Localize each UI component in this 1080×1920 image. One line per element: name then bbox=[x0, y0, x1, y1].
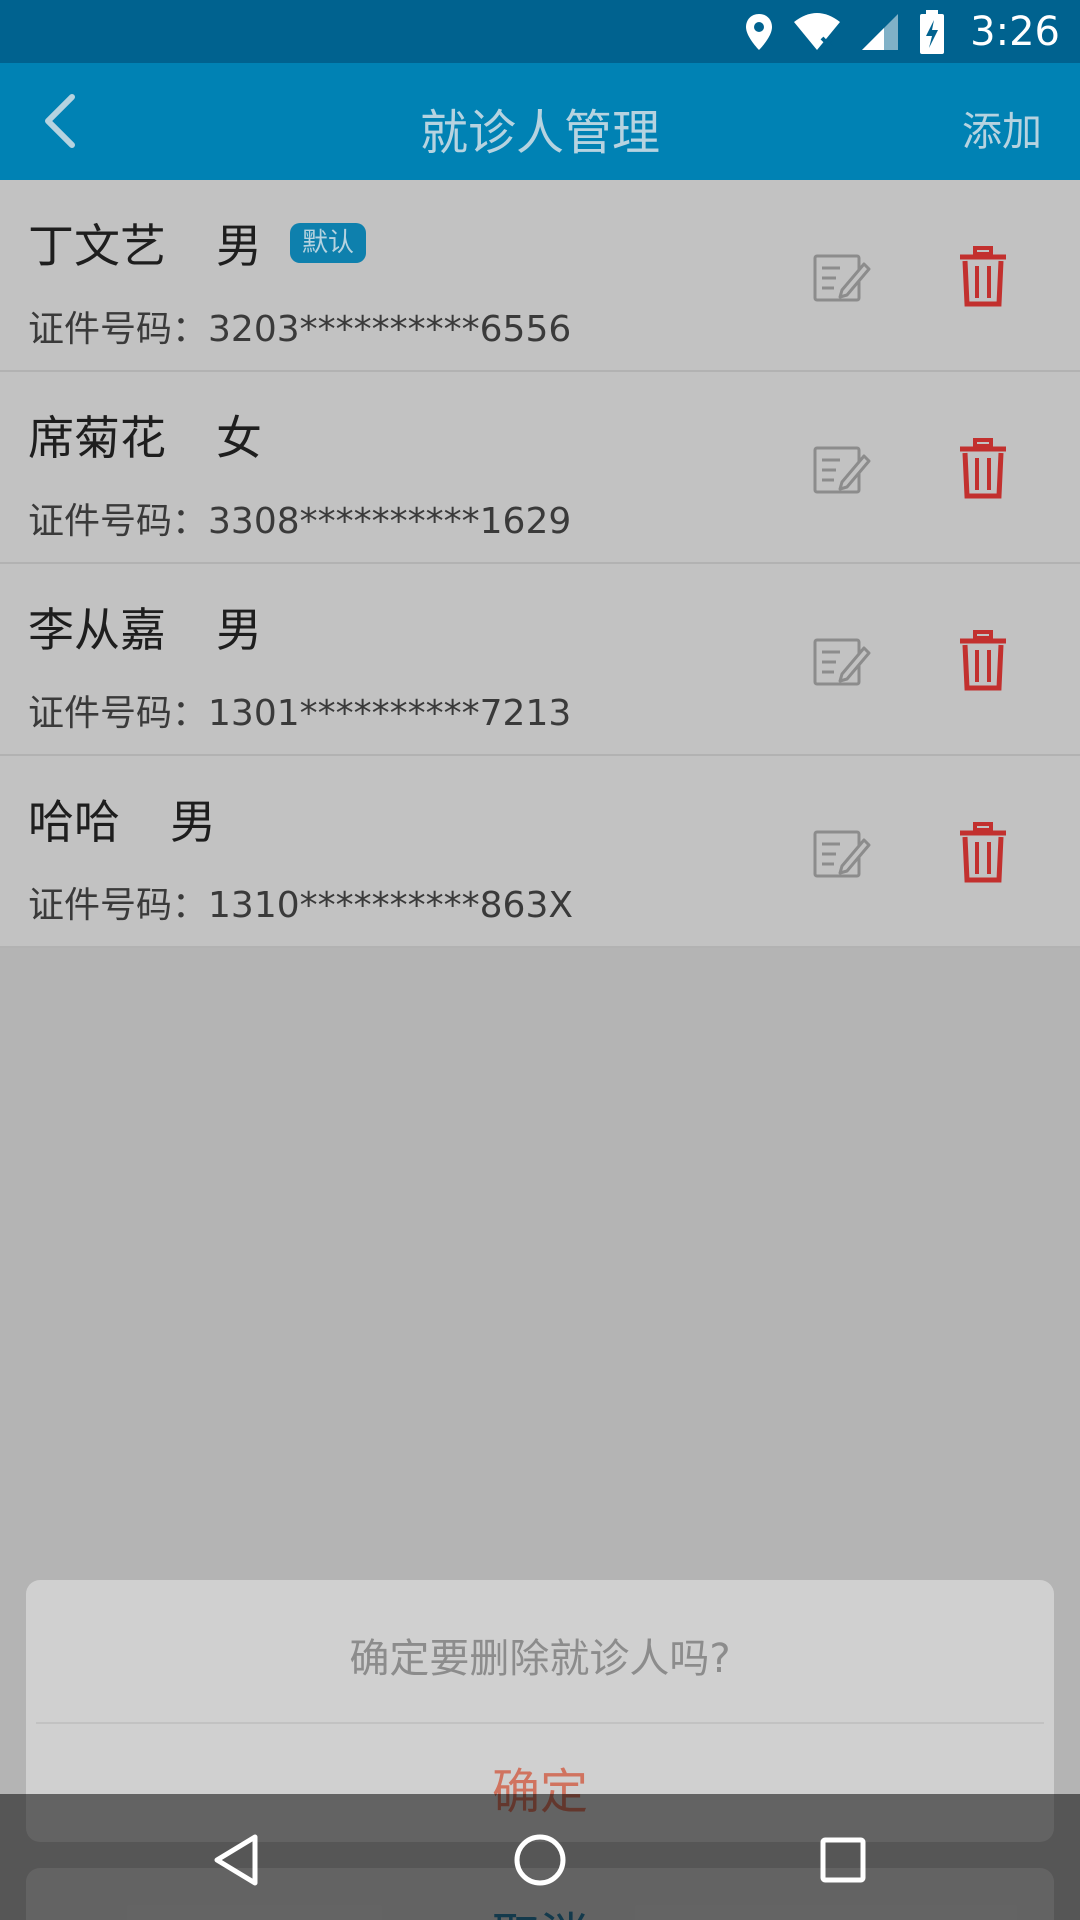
add-button[interactable]: 添加 bbox=[962, 99, 1042, 157]
patient-gender: 男 bbox=[216, 219, 262, 273]
location-icon bbox=[746, 14, 773, 50]
triangle-back-icon bbox=[214, 1834, 258, 1886]
edit-icon bbox=[813, 446, 871, 494]
delete-button[interactable] bbox=[958, 246, 1008, 308]
id-label: 证件号码： bbox=[28, 693, 209, 734]
list-item[interactable]: 李从嘉 男 证件号码：1301**********7213 bbox=[0, 564, 1080, 756]
edit-icon bbox=[813, 254, 871, 302]
delete-button[interactable] bbox=[958, 438, 1008, 500]
patient-gender: 男 bbox=[170, 795, 216, 849]
edit-button[interactable] bbox=[812, 250, 872, 306]
list-item[interactable]: 丁文艺 男 默认 证件号码：3203**********6556 bbox=[0, 180, 1080, 372]
delete-button[interactable] bbox=[958, 630, 1008, 692]
patient-name: 丁文艺 bbox=[28, 219, 166, 273]
delete-button[interactable] bbox=[958, 822, 1008, 884]
status-icons: 3:26 bbox=[744, 8, 1060, 56]
trash-icon bbox=[960, 438, 1006, 499]
patient-name-line: 席菊花 女 bbox=[28, 402, 262, 468]
id-label: 证件号码： bbox=[28, 501, 209, 542]
square-recents-icon bbox=[820, 1837, 866, 1883]
page-title: 就诊人管理 bbox=[419, 105, 660, 161]
id-number: 1310**********863X bbox=[208, 885, 574, 926]
id-label: 证件号码： bbox=[28, 309, 209, 350]
patient-gender: 女 bbox=[216, 411, 262, 465]
patient-name-line: 哈哈 男 bbox=[28, 786, 216, 852]
patient-name: 李从嘉 bbox=[28, 603, 166, 657]
id-number: 3203**********6556 bbox=[208, 309, 572, 350]
screen: 3:26 就诊人管理 添加 丁文艺 男 默认 证件号码：3203********… bbox=[0, 0, 1080, 1920]
patient-id: 证件号码：1310**********863X bbox=[28, 876, 573, 928]
patient-gender: 男 bbox=[216, 603, 262, 657]
title-bar: 就诊人管理 添加 bbox=[0, 63, 1080, 180]
patient-name: 席菊花 bbox=[28, 411, 166, 465]
nav-home-button[interactable] bbox=[510, 1830, 570, 1890]
patient-name-line: 丁文艺 男 默认 bbox=[28, 210, 367, 276]
circle-home-icon bbox=[514, 1834, 566, 1886]
trash-icon bbox=[960, 822, 1006, 883]
patient-id: 证件号码：3203**********6556 bbox=[28, 300, 571, 352]
dialog-message: 确定要删除就诊人吗? bbox=[349, 1636, 731, 1682]
edit-button[interactable] bbox=[812, 826, 872, 882]
id-number: 1301**********7213 bbox=[208, 693, 572, 734]
battery-charging-icon bbox=[920, 10, 945, 54]
trash-icon bbox=[960, 246, 1006, 307]
nav-recents-button[interactable] bbox=[813, 1830, 873, 1890]
wifi-icon bbox=[794, 13, 841, 50]
signal-icon bbox=[862, 14, 899, 50]
edit-button[interactable] bbox=[812, 634, 872, 690]
default-badge: 默认 bbox=[290, 223, 367, 263]
status-bar: 3:26 bbox=[0, 0, 1080, 63]
patient-name-line: 李从嘉 男 bbox=[28, 594, 262, 660]
edit-icon bbox=[813, 830, 871, 878]
id-label: 证件号码： bbox=[28, 885, 209, 926]
status-time: 3:26 bbox=[970, 9, 1060, 55]
list-item[interactable]: 席菊花 女 证件号码：3308**********1629 bbox=[0, 372, 1080, 564]
edit-icon bbox=[813, 638, 871, 686]
patient-list: 丁文艺 男 默认 证件号码：3203**********6556 席菊花 女 证… bbox=[0, 180, 1080, 948]
list-item[interactable]: 哈哈 男 证件号码：1310**********863X bbox=[0, 756, 1080, 948]
nav-bar bbox=[0, 1794, 1080, 1920]
trash-icon bbox=[960, 630, 1006, 691]
patient-name: 哈哈 bbox=[28, 795, 120, 849]
dialog-divider bbox=[36, 1722, 1044, 1724]
id-number: 3308**********1629 bbox=[208, 501, 572, 542]
nav-back-button[interactable] bbox=[206, 1830, 266, 1890]
patient-id: 证件号码：1301**********7213 bbox=[28, 684, 571, 736]
edit-button[interactable] bbox=[812, 442, 872, 498]
patient-id: 证件号码：3308**********1629 bbox=[28, 492, 571, 544]
